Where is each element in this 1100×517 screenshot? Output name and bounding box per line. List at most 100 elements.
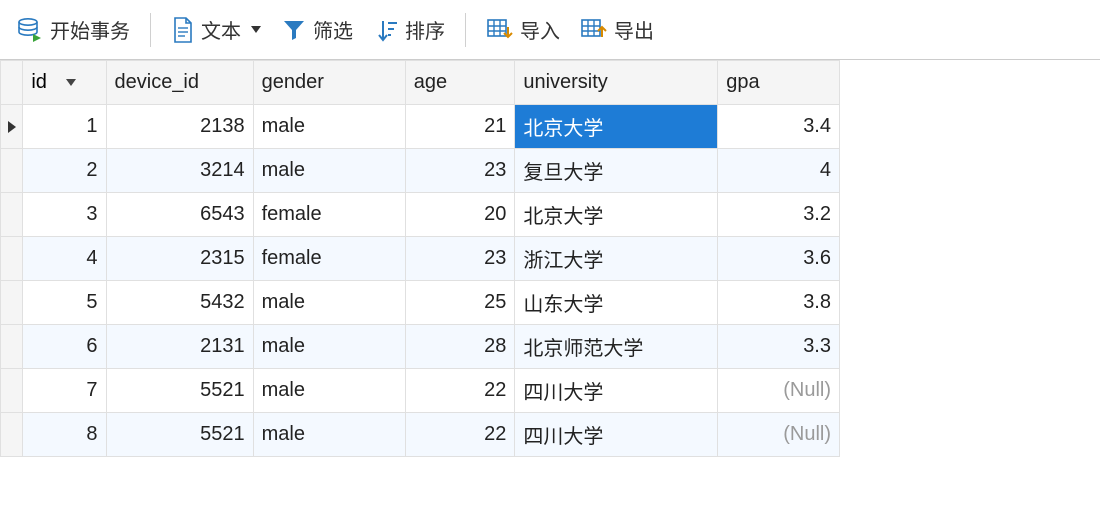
- column-header-label: university: [523, 71, 607, 93]
- column-header-label: age: [414, 71, 447, 93]
- table-row[interactable]: 85521male22四川大学(Null): [1, 413, 840, 457]
- import-button[interactable]: 导入: [480, 11, 566, 48]
- cell-id[interactable]: 6: [23, 325, 106, 369]
- cell-gpa[interactable]: 3.6: [718, 237, 840, 281]
- table-row[interactable]: 36543female20北京大学3.2: [1, 193, 840, 237]
- data-table: id device_id gender age university gpa 1…: [0, 60, 840, 457]
- table-row[interactable]: 75521male22四川大学(Null): [1, 369, 840, 413]
- table-row[interactable]: 42315female23浙江大学3.6: [1, 237, 840, 281]
- cell-gender[interactable]: male: [253, 413, 405, 457]
- export-label: 导出: [614, 15, 654, 44]
- cell-gpa[interactable]: 3.8: [718, 281, 840, 325]
- document-icon: [171, 16, 195, 44]
- column-header-id[interactable]: id: [23, 61, 106, 105]
- column-header-university[interactable]: university: [515, 61, 718, 105]
- column-header-age[interactable]: age: [405, 61, 515, 105]
- cell-gpa[interactable]: 3.4: [718, 105, 840, 149]
- cell-gender[interactable]: female: [253, 237, 405, 281]
- table-row[interactable]: 62131male28北京师范大学3.3: [1, 325, 840, 369]
- cell-university[interactable]: 山东大学: [515, 281, 718, 325]
- cell-age[interactable]: 23: [405, 237, 515, 281]
- cell-device-id[interactable]: 5432: [106, 281, 253, 325]
- row-gutter[interactable]: [1, 149, 23, 193]
- row-gutter[interactable]: [1, 193, 23, 237]
- cell-device-id[interactable]: 5521: [106, 369, 253, 413]
- begin-transaction-button[interactable]: 开始事务: [10, 11, 136, 48]
- database-play-icon: [16, 16, 44, 44]
- column-header-label: id: [31, 71, 47, 93]
- toolbar-separator: [465, 13, 466, 47]
- cell-gpa[interactable]: 4: [718, 149, 840, 193]
- cell-id[interactable]: 3: [23, 193, 106, 237]
- cell-university[interactable]: 北京大学: [515, 193, 718, 237]
- text-button[interactable]: 文本: [165, 11, 267, 48]
- cell-gender[interactable]: male: [253, 105, 405, 149]
- table-row[interactable]: 23214male23复旦大学4: [1, 149, 840, 193]
- cell-id[interactable]: 5: [23, 281, 106, 325]
- cell-id[interactable]: 4: [23, 237, 106, 281]
- cell-device-id[interactable]: 2131: [106, 325, 253, 369]
- cell-gpa[interactable]: 3.2: [718, 193, 840, 237]
- column-header-label: device_id: [115, 71, 200, 93]
- begin-transaction-label: 开始事务: [50, 15, 130, 44]
- cell-device-id[interactable]: 2138: [106, 105, 253, 149]
- cell-university[interactable]: 浙江大学: [515, 237, 718, 281]
- table-row[interactable]: 12138male21北京大学3.4: [1, 105, 840, 149]
- table-export-icon: [580, 17, 608, 43]
- row-gutter[interactable]: [1, 237, 23, 281]
- column-header-device-id[interactable]: device_id: [106, 61, 253, 105]
- row-gutter[interactable]: [1, 105, 23, 149]
- cell-gender[interactable]: male: [253, 325, 405, 369]
- sort-icon: [373, 17, 399, 43]
- toolbar: 开始事务 文本 筛选: [0, 0, 1100, 60]
- cell-university[interactable]: 复旦大学: [515, 149, 718, 193]
- cell-gender[interactable]: male: [253, 149, 405, 193]
- cell-university[interactable]: 北京师范大学: [515, 325, 718, 369]
- text-label: 文本: [201, 15, 241, 44]
- cell-university[interactable]: 北京大学: [515, 105, 718, 149]
- cell-device-id[interactable]: 6543: [106, 193, 253, 237]
- toolbar-separator: [150, 13, 151, 47]
- cell-id[interactable]: 1: [23, 105, 106, 149]
- cell-university[interactable]: 四川大学: [515, 413, 718, 457]
- sort-label: 排序: [405, 15, 445, 44]
- filter-label: 筛选: [313, 15, 353, 44]
- chevron-down-icon: [251, 26, 261, 33]
- cell-age[interactable]: 25: [405, 281, 515, 325]
- table-row[interactable]: 55432male25山东大学3.8: [1, 281, 840, 325]
- cell-gender[interactable]: male: [253, 369, 405, 413]
- table-body: 12138male21北京大学3.423214male23复旦大学436543f…: [1, 105, 840, 457]
- cell-university[interactable]: 四川大学: [515, 369, 718, 413]
- cell-age[interactable]: 21: [405, 105, 515, 149]
- row-gutter[interactable]: [1, 413, 23, 457]
- export-button[interactable]: 导出: [574, 11, 660, 48]
- cell-gpa[interactable]: (Null): [718, 369, 840, 413]
- cell-age[interactable]: 23: [405, 149, 515, 193]
- column-header-gender[interactable]: gender: [253, 61, 405, 105]
- cell-gpa[interactable]: (Null): [718, 413, 840, 457]
- cell-id[interactable]: 8: [23, 413, 106, 457]
- cell-id[interactable]: 2: [23, 149, 106, 193]
- row-gutter[interactable]: [1, 325, 23, 369]
- cell-age[interactable]: 28: [405, 325, 515, 369]
- filter-button[interactable]: 筛选: [275, 11, 359, 48]
- cell-gender[interactable]: male: [253, 281, 405, 325]
- sort-desc-icon: [66, 79, 76, 86]
- row-gutter[interactable]: [1, 369, 23, 413]
- cell-gender[interactable]: female: [253, 193, 405, 237]
- cell-device-id[interactable]: 3214: [106, 149, 253, 193]
- cell-gpa[interactable]: 3.3: [718, 325, 840, 369]
- cell-age[interactable]: 20: [405, 193, 515, 237]
- funnel-icon: [281, 17, 307, 43]
- column-header-gpa[interactable]: gpa: [718, 61, 840, 105]
- cell-age[interactable]: 22: [405, 369, 515, 413]
- row-gutter[interactable]: [1, 281, 23, 325]
- table-import-icon: [486, 17, 514, 43]
- cell-device-id[interactable]: 5521: [106, 413, 253, 457]
- cell-id[interactable]: 7: [23, 369, 106, 413]
- row-gutter-header: [1, 61, 23, 105]
- sort-button[interactable]: 排序: [367, 11, 451, 48]
- cell-device-id[interactable]: 2315: [106, 237, 253, 281]
- table-header-row: id device_id gender age university gpa: [1, 61, 840, 105]
- cell-age[interactable]: 22: [405, 413, 515, 457]
